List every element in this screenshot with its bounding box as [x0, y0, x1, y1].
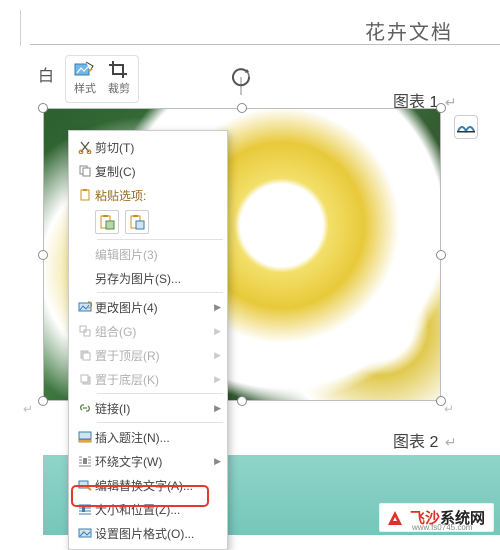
picture-mini-toolbar: 样式 裁剪 [65, 55, 139, 103]
link-icon [75, 401, 95, 415]
resize-handle-e[interactable] [436, 250, 446, 260]
watermark: 飞沙系统网 www.fs0745.com [379, 503, 494, 532]
menu-link[interactable]: 链接(I) ▶ [69, 396, 227, 420]
resize-handle-n[interactable] [237, 103, 247, 113]
menu-paste-options-label: 粘贴选项: [95, 187, 221, 204]
resize-handle-sw[interactable] [38, 396, 48, 406]
menu-insert-caption-label: 插入题注(N)... [95, 429, 221, 446]
submenu-arrow-icon: ▶ [213, 456, 221, 467]
submenu-arrow-icon: ▶ [213, 403, 221, 414]
crop-label: 裁剪 [108, 80, 130, 96]
group-icon [75, 324, 95, 338]
menu-change-picture-label: 更改图片(4) [95, 299, 213, 316]
menu-change-picture[interactable]: 更改图片(4) ▶ [69, 295, 227, 319]
menu-copy-label: 复制(C) [95, 163, 221, 180]
menu-insert-caption[interactable]: 插入题注(N)... [69, 425, 227, 449]
caption-2-label: 图表 [393, 434, 425, 451]
menu-size-position[interactable]: 大小和位置(Z)... [69, 497, 227, 521]
submenu-arrow-icon: ▶ [213, 374, 221, 385]
menu-wrap-text[interactable]: 环绕文字(W) ▶ [69, 449, 227, 473]
resize-handle-ne[interactable] [436, 103, 446, 113]
menu-separator [97, 393, 223, 394]
pilcrow-2: ↵ [445, 434, 457, 450]
document-title: 花卉文档 [365, 16, 453, 45]
layout-options-button[interactable] [454, 115, 478, 139]
menu-size-position-label: 大小和位置(Z)... [95, 501, 221, 518]
insert-caption-icon [75, 430, 95, 444]
resize-handle-nw[interactable] [38, 103, 48, 113]
menu-bring-front-label: 置于顶层(R) [95, 347, 213, 364]
white-label: 白 [38, 62, 54, 86]
watermark-url: www.fs0745.com [412, 523, 472, 532]
paste-option-2[interactable] [125, 210, 149, 234]
menu-format-picture-label: 设置图片格式(O)... [95, 525, 221, 542]
menu-cut[interactable]: 剪切(T) [69, 135, 227, 159]
menu-bring-front: 置于顶层(R) ▶ [69, 343, 227, 367]
resize-handle-s[interactable] [237, 396, 247, 406]
watermark-logo-icon [386, 509, 404, 527]
styles-label: 样式 [74, 80, 96, 96]
paragraph-mark-right: ↵ [444, 402, 454, 416]
cut-icon [75, 140, 95, 154]
menu-cut-label: 剪切(T) [95, 139, 221, 156]
menu-edit-picture-label: 编辑图片(3) [95, 246, 221, 263]
send-back-icon [75, 372, 95, 386]
menu-wrap-text-label: 环绕文字(W) [95, 453, 213, 470]
menu-save-as-picture-label: 另存为图片(S)... [95, 270, 221, 287]
copy-icon [75, 164, 95, 178]
context-menu: 剪切(T) 复制(C) 粘贴选项: 编辑图片(3) 另存为图片(S)... 更改… [68, 130, 228, 550]
paste-icon [75, 188, 95, 202]
rotate-handle[interactable] [223, 67, 259, 107]
caption-2-number: 2 [429, 434, 438, 451]
styles-button[interactable]: 样式 [68, 58, 102, 100]
header-rule [30, 44, 500, 45]
menu-send-back-label: 置于底层(K) [95, 371, 213, 388]
crop-button[interactable]: 裁剪 [102, 58, 136, 100]
caption-2: 图表 2 ↵ [393, 428, 457, 452]
pilcrow: ↵ [445, 94, 457, 110]
menu-group-label: 组合(G) [95, 323, 213, 340]
menu-link-label: 链接(I) [95, 400, 213, 417]
menu-paste-options-header: 粘贴选项: [69, 183, 227, 207]
menu-separator [97, 422, 223, 423]
menu-edit-alt-text-label: 编辑替换文字(A)... [95, 477, 221, 494]
alt-text-icon [75, 478, 95, 492]
crop-icon [108, 60, 130, 78]
paste-option-1[interactable] [95, 210, 119, 234]
menu-edit-picture: 编辑图片(3) [69, 242, 227, 266]
menu-save-as-picture[interactable]: 另存为图片(S)... [69, 266, 227, 290]
menu-format-picture[interactable]: 设置图片格式(O)... [69, 521, 227, 545]
resize-handle-w[interactable] [38, 250, 48, 260]
menu-edit-alt-text[interactable]: 编辑替换文字(A)... [69, 473, 227, 497]
wrap-text-icon [75, 454, 95, 468]
menu-copy[interactable]: 复制(C) [69, 159, 227, 183]
change-picture-icon [75, 300, 95, 314]
submenu-arrow-icon: ▶ [213, 326, 221, 337]
paste-options-row [69, 207, 227, 237]
submenu-arrow-icon: ▶ [213, 302, 221, 313]
menu-separator [97, 292, 223, 293]
styles-icon [74, 60, 96, 78]
paragraph-mark-left: ↵ [23, 402, 33, 416]
bring-front-icon [75, 348, 95, 362]
menu-group: 组合(G) ▶ [69, 319, 227, 343]
ruler-mark [20, 10, 21, 46]
submenu-arrow-icon: ▶ [213, 350, 221, 361]
menu-send-back: 置于底层(K) ▶ [69, 367, 227, 391]
size-position-icon [75, 502, 95, 516]
menu-separator [97, 239, 223, 240]
